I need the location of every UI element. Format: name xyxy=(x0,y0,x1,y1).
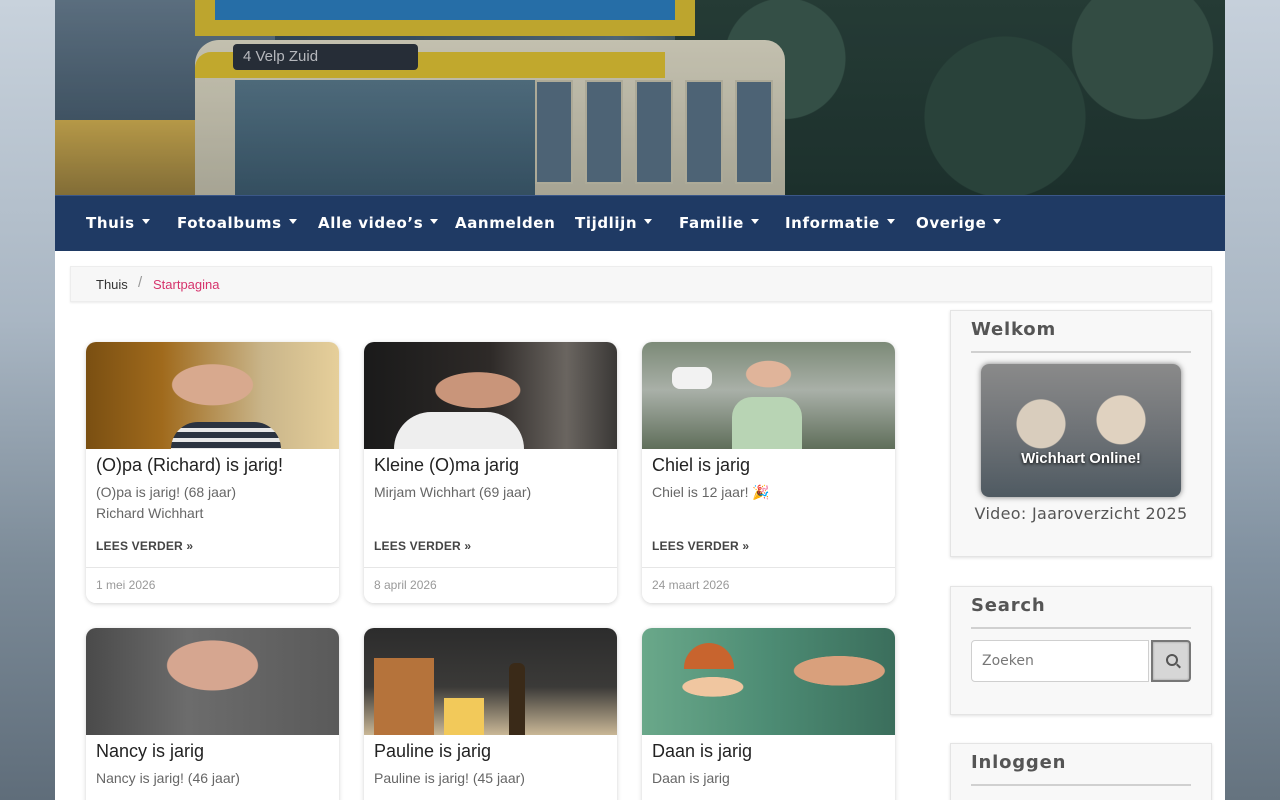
widget-title: Search xyxy=(971,595,1046,616)
nav-label: Fotoalbums xyxy=(177,214,282,232)
post-date: 24 maart 2026 xyxy=(652,578,730,592)
background-right xyxy=(1225,0,1280,800)
background-left xyxy=(0,0,55,800)
welcome-widget: Welkom Wichhart Online! Video: Jaaroverz… xyxy=(950,310,1212,557)
nav-item-overige[interactable]: Overige xyxy=(916,196,1002,251)
nav-label: Overige xyxy=(916,214,987,232)
breadcrumb-separator: / xyxy=(138,274,143,291)
post-excerpt: (O)pa is jarig! (68 jaar) Richard Wichha… xyxy=(96,484,237,521)
post-image[interactable] xyxy=(86,628,339,735)
read-more-link[interactable]: LEES VERDER » xyxy=(374,539,471,553)
caret-down-icon xyxy=(288,219,297,224)
post-image[interactable] xyxy=(642,628,895,735)
search-widget: Search xyxy=(950,586,1212,715)
main-navigation: Thuis Fotoalbums Alle video’s Aanmelden … xyxy=(55,195,1225,251)
page-container: 4 Velp Zuid Thuis Fotoalbums Alle video’… xyxy=(55,0,1225,800)
widget-divider xyxy=(971,784,1191,786)
post-title[interactable]: Nancy is jarig xyxy=(96,741,204,762)
widget-divider xyxy=(971,351,1191,353)
caret-down-icon xyxy=(644,219,653,224)
post-date: 8 april 2026 xyxy=(374,578,437,592)
nav-item-tijdlijn[interactable]: Tijdlijn xyxy=(575,196,653,251)
post-image[interactable] xyxy=(364,628,617,735)
video-thumbnail[interactable]: Wichhart Online! xyxy=(981,364,1181,497)
post-date: 1 mei 2026 xyxy=(96,578,156,592)
nav-label: Aanmelden xyxy=(455,214,556,232)
post-footer: 24 maart 2026 xyxy=(642,567,895,603)
read-more-link[interactable]: LEES VERDER » xyxy=(96,539,193,553)
header-banner: 4 Velp Zuid xyxy=(55,0,1225,195)
nav-item-thuis[interactable]: Thuis xyxy=(86,196,150,251)
nav-label: Thuis xyxy=(86,214,135,232)
post-excerpt: Pauline is jarig! (45 jaar) xyxy=(374,770,525,786)
post-image[interactable] xyxy=(86,342,339,449)
nav-item-fotoalbums[interactable]: Fotoalbums xyxy=(177,196,297,251)
post-title[interactable]: Chiel is jarig xyxy=(652,455,750,476)
search-input[interactable] xyxy=(971,640,1149,682)
nav-item-alle-videos[interactable]: Alle video’s xyxy=(318,196,439,251)
post-title[interactable]: Kleine (O)ma jarig xyxy=(374,455,519,476)
caret-down-icon xyxy=(141,219,150,224)
nav-label: Tijdlijn xyxy=(575,214,638,232)
post-image[interactable] xyxy=(642,342,895,449)
post-card: Chiel is jarig Chiel is 12 jaar! 🎉 LEES … xyxy=(642,342,895,603)
post-title[interactable]: (O)pa (Richard) is jarig! xyxy=(96,455,283,476)
nav-label: Alle video’s xyxy=(318,214,424,232)
caret-down-icon xyxy=(886,219,895,224)
post-title[interactable]: Daan is jarig xyxy=(652,741,752,762)
post-card: Daan is jarig Daan is jarig xyxy=(642,628,895,800)
thumbnail-text: Wichhart Online! xyxy=(1021,450,1141,467)
login-widget: Inloggen xyxy=(950,743,1212,800)
post-image[interactable] xyxy=(364,342,617,449)
caret-down-icon xyxy=(430,219,439,224)
post-excerpt: Nancy is jarig! (46 jaar) xyxy=(96,770,240,786)
nav-item-informatie[interactable]: Informatie xyxy=(785,196,895,251)
search-button[interactable] xyxy=(1151,640,1191,682)
caret-down-icon xyxy=(993,219,1002,224)
breadcrumb: Thuis / Startpagina xyxy=(70,266,1212,302)
post-footer: 1 mei 2026 xyxy=(86,567,339,603)
read-more-link[interactable]: LEES VERDER » xyxy=(652,539,749,553)
video-caption-link[interactable]: Video: Jaaroverzicht 2025 xyxy=(951,504,1211,523)
caret-down-icon xyxy=(750,219,759,224)
nav-label: Informatie xyxy=(785,214,880,232)
post-excerpt: Mirjam Wichhart (69 jaar) xyxy=(374,484,532,500)
breadcrumb-home-link[interactable]: Thuis xyxy=(96,277,128,292)
post-card: Pauline is jarig Pauline is jarig! (45 j… xyxy=(364,628,617,800)
nav-item-familie[interactable]: Familie xyxy=(679,196,759,251)
search-icon xyxy=(1166,654,1178,666)
post-excerpt: Daan is jarig xyxy=(652,770,730,786)
nav-label: Familie xyxy=(679,214,744,232)
widget-title: Welkom xyxy=(971,319,1057,340)
widget-title: Inloggen xyxy=(971,752,1067,773)
breadcrumb-current: Startpagina xyxy=(153,277,220,292)
post-card: Kleine (O)ma jarig Mirjam Wichhart (69 j… xyxy=(364,342,617,603)
post-title[interactable]: Pauline is jarig xyxy=(374,741,491,762)
post-card: (O)pa (Richard) is jarig! (O)pa is jarig… xyxy=(86,342,339,603)
nav-item-aanmelden[interactable]: Aanmelden xyxy=(455,196,555,251)
widget-divider xyxy=(971,627,1191,629)
post-excerpt: Chiel is 12 jaar! 🎉 xyxy=(652,484,770,500)
post-footer: 8 april 2026 xyxy=(364,567,617,603)
post-card: Nancy is jarig Nancy is jarig! (46 jaar) xyxy=(86,628,339,800)
